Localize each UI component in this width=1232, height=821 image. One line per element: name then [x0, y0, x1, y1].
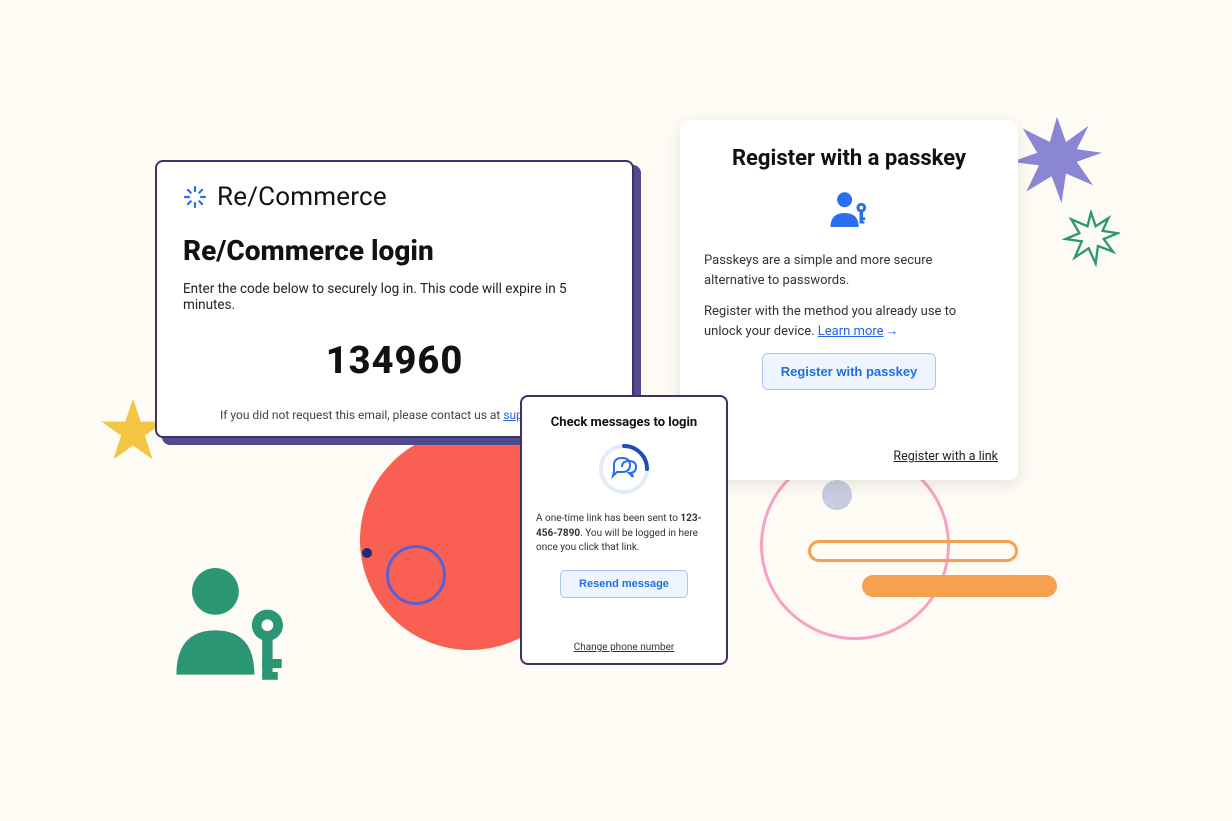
check-messages-title: Check messages to login — [551, 415, 697, 430]
check-messages-body: A one-time link has been sent to 123-456… — [536, 512, 712, 556]
login-code: 134960 — [183, 339, 606, 383]
passkey-p2: Register with the method you already use… — [704, 302, 994, 341]
arrow-right-icon: → — [886, 324, 899, 339]
login-title: Re/Commerce login — [183, 234, 606, 267]
orange-pill-outline-decor — [808, 540, 1018, 562]
footer-prefix: If you did not request this email, pleas… — [220, 408, 503, 422]
passkey-person-icon — [827, 189, 871, 229]
navy-dot-decor — [362, 548, 372, 558]
change-phone-link[interactable]: Change phone number — [522, 642, 726, 653]
check-messages-card: Check messages to login A one-time link … — [520, 395, 728, 665]
register-passkey-button[interactable]: Register with passkey — [762, 353, 937, 390]
purple-ring-decor — [386, 545, 446, 605]
brand-name: Re/Commerce — [217, 182, 387, 212]
orange-pill-fill-decor — [862, 575, 1057, 597]
purple-burst-icon — [1012, 115, 1102, 205]
learn-more-link[interactable]: Learn more — [818, 324, 884, 339]
person-key-icon — [166, 555, 296, 685]
brand-row: Re/Commerce — [183, 182, 606, 212]
grey-dot-decor — [822, 480, 852, 510]
loading-spinner-icon — [597, 442, 651, 496]
login-subtitle: Enter the code below to securely log in.… — [183, 281, 606, 313]
register-link-alt[interactable]: Register with a link — [893, 449, 998, 464]
register-passkey-card: Register with a passkey Passkeys are a s… — [680, 120, 1018, 480]
resend-message-button[interactable]: Resend message — [560, 570, 688, 598]
recommerce-logo-icon — [183, 185, 207, 209]
passkey-p1: Passkeys are a simple and more secure al… — [704, 251, 994, 290]
green-burst-icon — [1062, 210, 1120, 268]
passkey-title: Register with a passkey — [704, 146, 994, 171]
body-prefix: A one-time link has been sent to — [536, 513, 680, 524]
passkey-body: Passkeys are a simple and more secure al… — [704, 251, 994, 341]
